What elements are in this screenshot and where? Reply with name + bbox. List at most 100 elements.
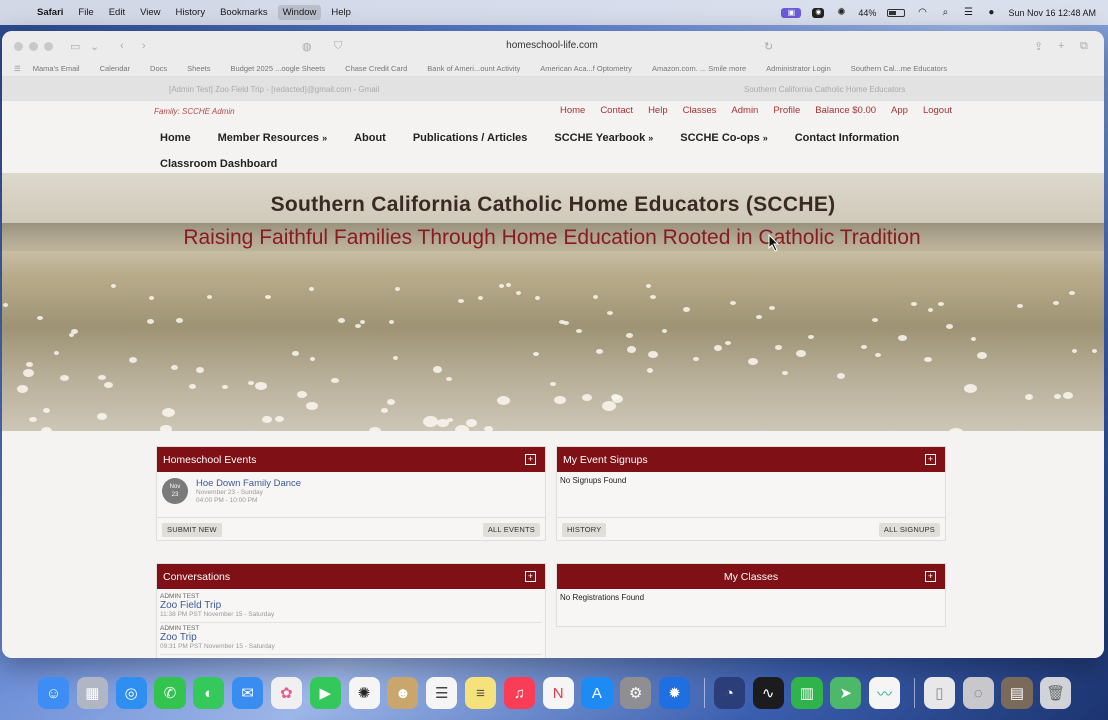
reminders-icon[interactable]: ☰ [426, 677, 458, 709]
all-events-button[interactable]: ALL EVENTS [482, 523, 540, 537]
siri-icon[interactable]: ● [985, 7, 997, 18]
top-link-profile[interactable]: Profile [773, 105, 800, 116]
bookmark-sheets[interactable]: Sheets [187, 64, 210, 73]
music-icon[interactable]: ♫ [503, 677, 535, 709]
top-link-classes[interactable]: Classes [683, 105, 717, 116]
chatgpt-icon[interactable]: ✺ [835, 7, 847, 18]
menu-window[interactable]: Window [277, 5, 322, 20]
preview-icon[interactable]: ▯ [923, 677, 955, 709]
photos-icon[interactable]: ✿ [270, 677, 302, 709]
bookmark-chase[interactable]: Chase Credit Card [345, 64, 407, 73]
tab-overview-icon[interactable]: ⧉ [1080, 40, 1088, 53]
search-icon[interactable]: ⌕ [939, 7, 951, 18]
conversation-item[interactable]: ADMIN TEST Zoo Field Trip 11:38 PM PST N… [160, 591, 542, 623]
freeform-icon[interactable]: 〰 [869, 677, 901, 709]
app-store-icon[interactable]: A [581, 677, 613, 709]
chevron-down-icon[interactable]: ⌄ [90, 40, 99, 53]
whatsapp-icon[interactable]: ✆ [154, 677, 186, 709]
zoom-window-button[interactable] [44, 42, 53, 51]
new-tab-icon[interactable]: + [1058, 40, 1064, 52]
numbers-icon[interactable]: ▥ [791, 677, 823, 709]
wifi-icon[interactable]: ◠ [916, 7, 928, 18]
mail-icon[interactable]: ✉ [232, 677, 264, 709]
bookmark-amazon[interactable]: Amazon.com. ... Smile more [652, 64, 746, 73]
extension-icon[interactable]: ⛉ [334, 40, 342, 53]
bookmark-southern-cal[interactable]: Southern Cal...me Educators [851, 64, 947, 73]
bookmark-docs[interactable]: Docs [150, 64, 167, 73]
close-window-button[interactable] [14, 42, 23, 51]
nav-yearbook[interactable]: SCCHE Yearbook» [554, 132, 653, 144]
disk-utility-icon[interactable]: ◔ [713, 677, 745, 709]
photo-booth-icon[interactable]: ◌ [962, 677, 994, 709]
top-link-logout[interactable]: Logout [923, 105, 952, 116]
bookmarks-icon[interactable]: ☰ [14, 64, 21, 73]
nav-about[interactable]: About [354, 132, 386, 144]
menu-file[interactable]: File [78, 7, 93, 18]
notes-icon[interactable]: ≡ [464, 677, 497, 709]
reload-icon[interactable]: ↻ [764, 40, 773, 53]
bookmark-mamas-email[interactable]: Mama's Email [33, 64, 80, 73]
nav-co-ops[interactable]: SCCHE Co-ops» [680, 132, 767, 144]
nav-contact-information[interactable]: Contact Information [795, 132, 900, 144]
clock[interactable]: Sun Nov 16 12:48 AM [1008, 8, 1096, 18]
top-link-admin[interactable]: Admin [731, 105, 758, 116]
expand-icon[interactable]: + [525, 571, 536, 582]
top-link-help[interactable]: Help [648, 105, 668, 116]
finder-icon[interactable]: ☺ [38, 677, 70, 709]
safari-icon[interactable]: ◎ [115, 677, 147, 709]
nav-classroom-dashboard[interactable]: Classroom Dashboard [160, 158, 277, 170]
history-button[interactable]: HISTORY [562, 523, 607, 537]
bookmark-optometry[interactable]: American Aca...f Optometry [540, 64, 632, 73]
back-icon[interactable]: ‹ [120, 40, 124, 52]
menu-history[interactable]: History [176, 7, 206, 18]
bookmark-admin-login[interactable]: Administrator Login [766, 64, 831, 73]
top-link-contact[interactable]: Contact [600, 105, 633, 116]
expand-icon[interactable]: + [925, 454, 936, 465]
conversation-item[interactable]: ADMIN TEST Zoo Trip 09:31 PM PST Novembe… [160, 623, 542, 655]
menu-view[interactable]: View [140, 7, 160, 18]
event-title[interactable]: Hoe Down Family Dance [196, 478, 301, 489]
stocks-icon[interactable]: ∿ [752, 677, 784, 709]
bookmark-budget[interactable]: Budget 2025 ...oogle Sheets [230, 64, 325, 73]
expand-icon[interactable]: + [525, 454, 536, 465]
sidebar-icon[interactable]: ▭ [70, 40, 80, 53]
minimize-window-button[interactable] [29, 42, 38, 51]
chatgpt-icon[interactable]: ✺ [348, 677, 380, 709]
submit-new-button[interactable]: SUBMIT NEW [162, 523, 222, 537]
trash-icon[interactable]: 🗑 [1040, 677, 1072, 709]
messages-icon[interactable]: ◐ [193, 677, 225, 709]
menu-help[interactable]: Help [331, 7, 351, 18]
maps-icon[interactable]: ➤ [830, 677, 862, 709]
top-link-app[interactable]: App [891, 105, 908, 116]
all-signups-button[interactable]: ALL SIGNUPS [878, 523, 940, 537]
facetime-icon[interactable]: ▶ [309, 677, 341, 709]
camera-icon[interactable]: ◉ [812, 7, 825, 18]
address-bar[interactable]: homeschool-life.com [462, 40, 642, 51]
share-icon[interactable]: ⇪ [1034, 40, 1043, 53]
nav-member-resources[interactable]: Member Resources» [218, 132, 328, 144]
downloads-icon[interactable]: ▤ [1001, 677, 1033, 709]
forward-icon[interactable]: › [142, 40, 146, 52]
expand-icon[interactable]: + [925, 571, 936, 582]
menu-bookmarks[interactable]: Bookmarks [220, 7, 268, 18]
settings-gear-icon[interactable]: ✹ [659, 677, 691, 709]
news-icon[interactable]: N [542, 677, 574, 709]
privacy-icon[interactable]: ◍ [302, 40, 312, 53]
top-link-home[interactable]: Home [560, 105, 585, 116]
bookmark-calendar[interactable]: Calendar [100, 64, 130, 73]
contacts-icon[interactable]: ☻ [387, 677, 419, 709]
menu-edit[interactable]: Edit [109, 7, 125, 18]
tab-scche[interactable]: Southern California Catholic Home Educat… [744, 85, 905, 94]
nav-home[interactable]: Home [160, 132, 191, 144]
event-item[interactable]: Nov 23 Hoe Down Family Dance November 23… [160, 476, 542, 507]
menu-safari[interactable]: Safari [37, 7, 63, 18]
control-center-icon[interactable]: ☰ [962, 7, 974, 18]
system-settings-icon[interactable]: ⚙ [620, 677, 652, 709]
tab-gmail[interactable]: [Admin Test] Zoo Field Trip - [redacted]… [169, 85, 379, 94]
bookmark-bank-of-america[interactable]: Bank of Ameri...ount Activity [427, 64, 520, 73]
nav-publications[interactable]: Publications / Articles [413, 132, 528, 144]
top-link-balance[interactable]: Balance $0.00 [815, 105, 876, 116]
launchpad-icon[interactable]: ▦ [76, 677, 108, 709]
screen-record-icon[interactable]: ▣ [781, 7, 802, 18]
battery-icon[interactable] [887, 8, 906, 17]
